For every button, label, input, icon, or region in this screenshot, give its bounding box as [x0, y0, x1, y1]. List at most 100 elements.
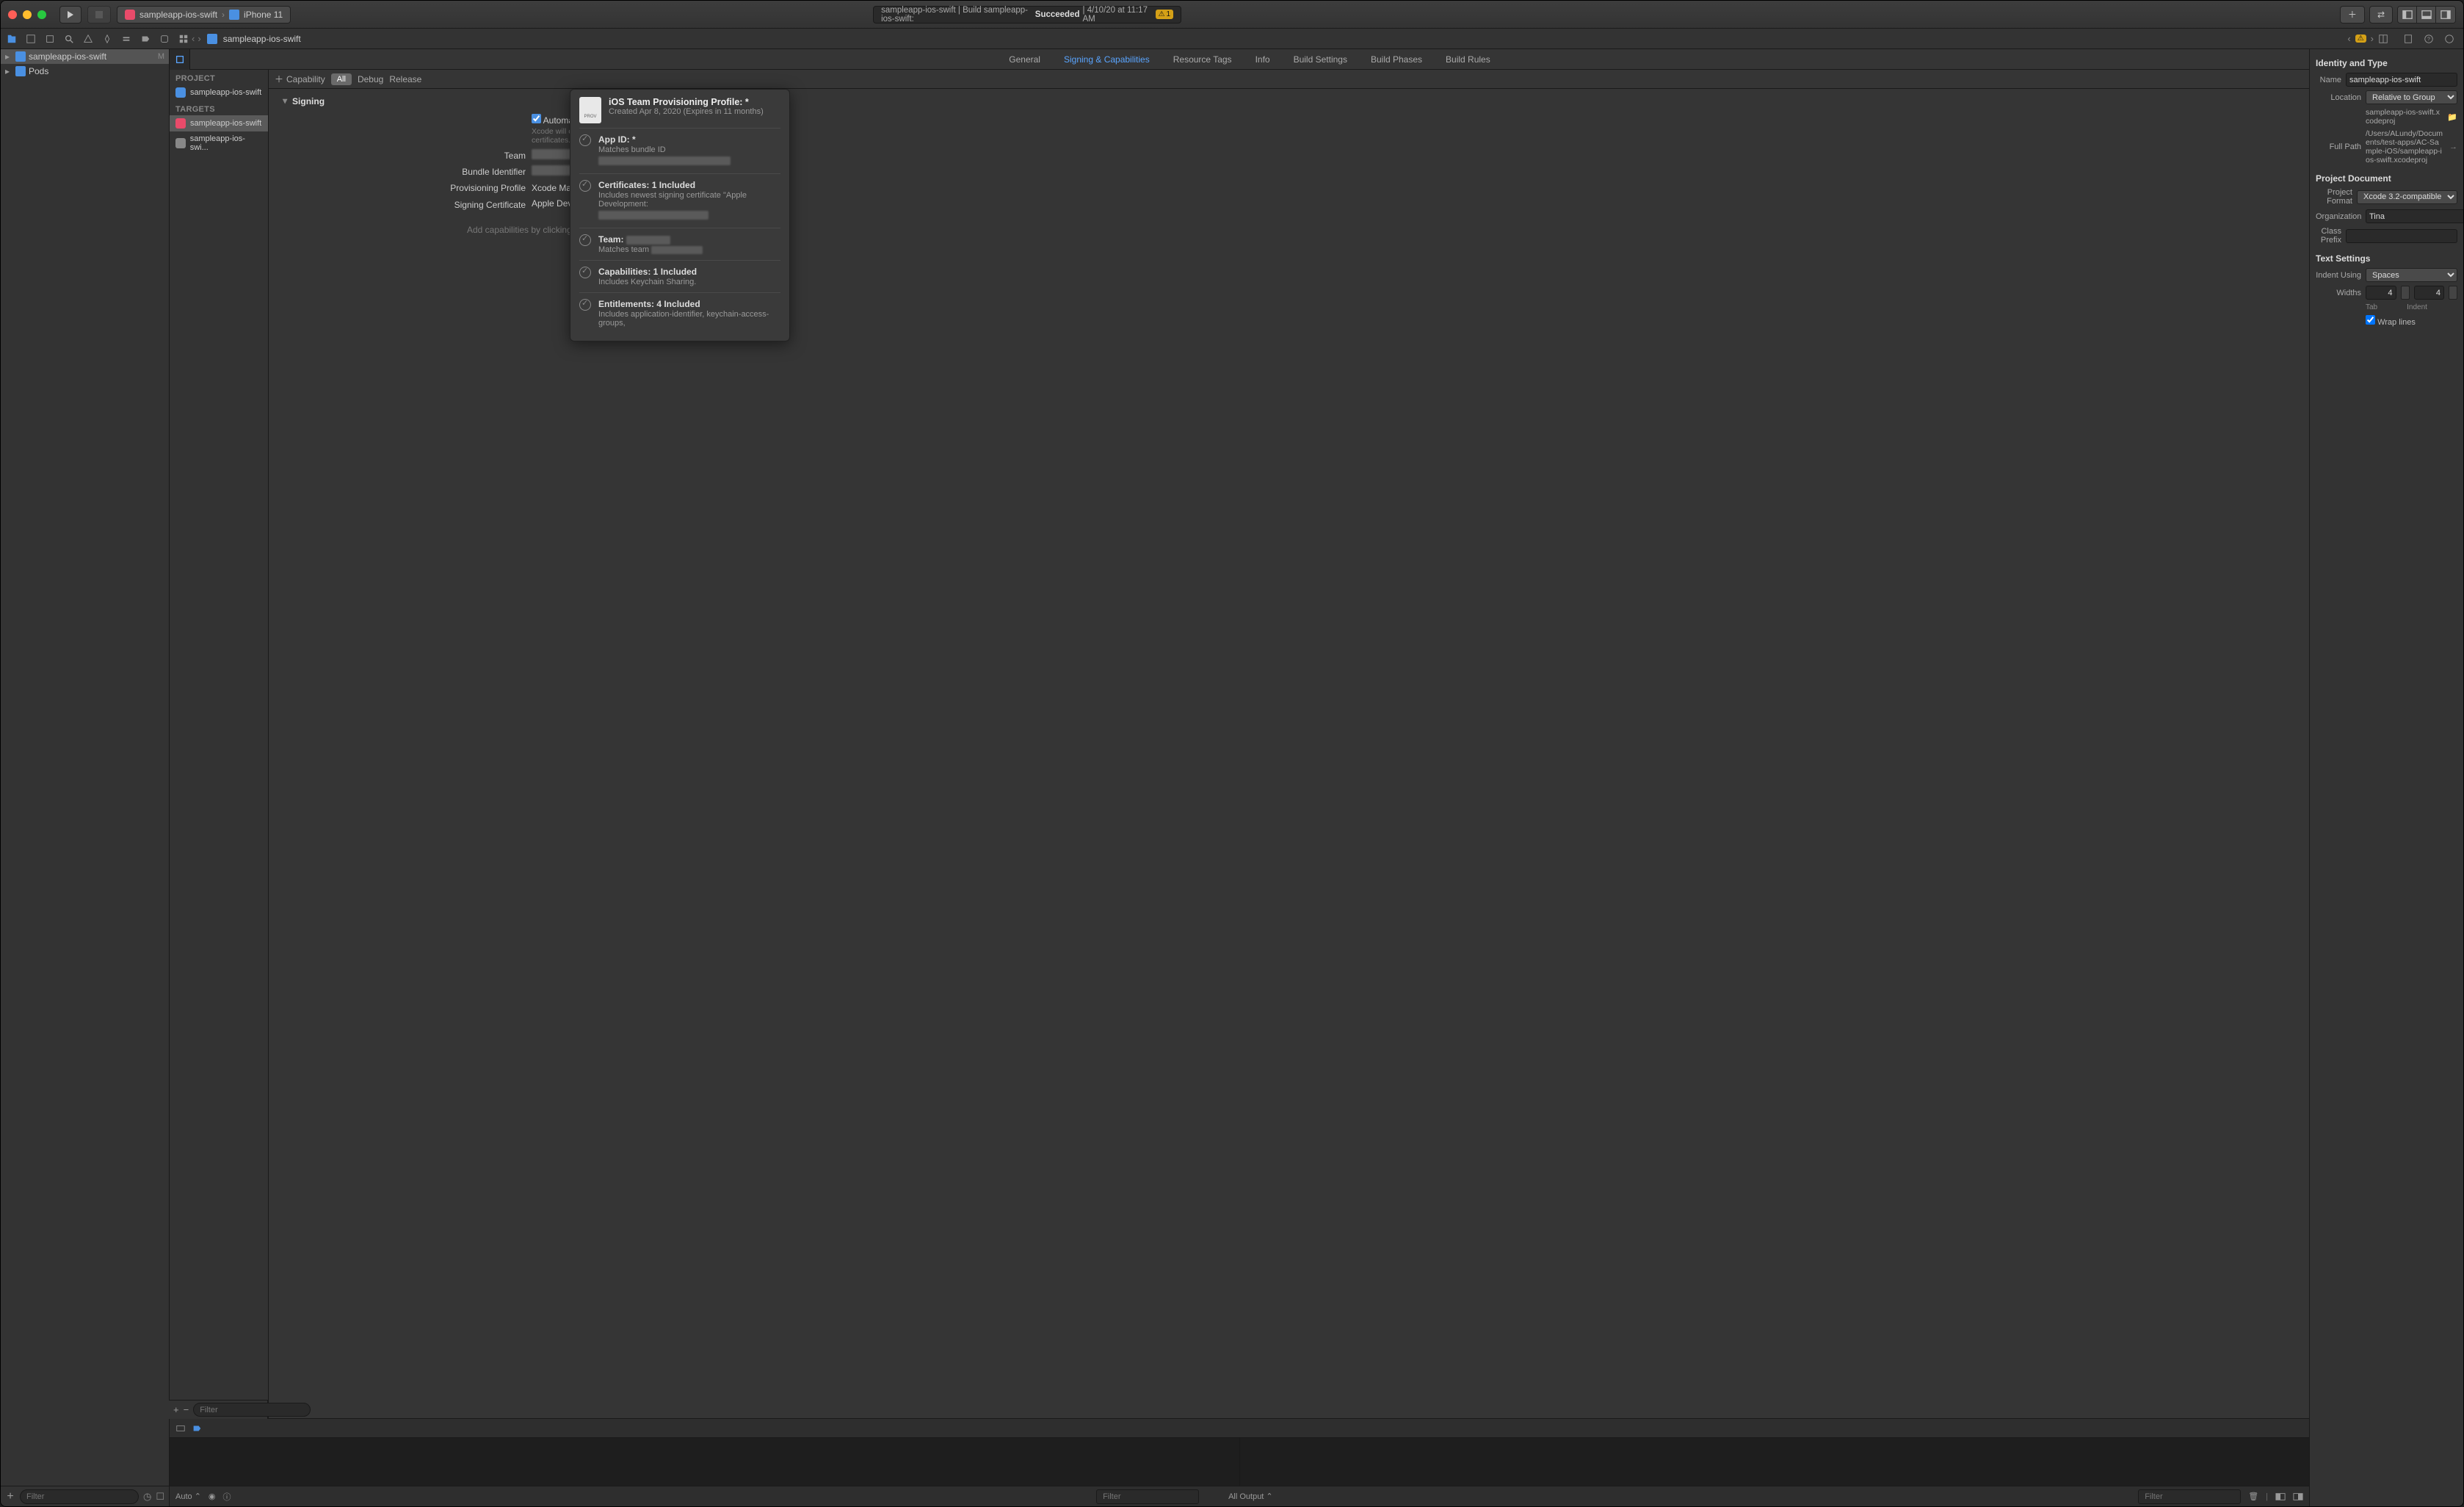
popover-title: iOS Team Provisioning Profile: * — [609, 97, 764, 107]
minimize-icon[interactable] — [23, 10, 32, 19]
info-icon[interactable]: ⓘ — [223, 1491, 231, 1503]
reveal-icon[interactable]: → — [2449, 142, 2457, 151]
show-variables-icon[interactable] — [2275, 1492, 2286, 1502]
debug-toggle-icon[interactable] — [175, 1423, 186, 1434]
target-label: sampleapp-ios-swi... — [190, 134, 262, 152]
editor-tabs-bar: General Signing & Capabilities Resource … — [170, 49, 2309, 70]
help-inspector-icon[interactable] — [2444, 34, 2454, 44]
folder-icon[interactable]: 📁 — [2447, 112, 2457, 122]
activity-prefix: sampleapp-ios-swift | Build sampleapp-io… — [881, 6, 1032, 24]
indent-stepper[interactable] — [2449, 286, 2457, 300]
stop-button[interactable] — [87, 6, 111, 24]
project-tree[interactable]: ▸ sampleapp-ios-swift M ▸ Pods — [1, 49, 169, 1486]
tab-build-phases[interactable]: Build Phases — [1359, 49, 1434, 70]
location-select[interactable]: Relative to Group — [2366, 90, 2457, 104]
related-items-icon[interactable] — [178, 34, 189, 44]
warning-icon[interactable]: ⚠ — [2355, 35, 2366, 43]
library-button[interactable]: ＋ — [2340, 6, 2365, 24]
trash-icon[interactable]: 🗑 — [2248, 1492, 2258, 1501]
target-item[interactable]: sampleapp-ios-swift — [170, 115, 268, 131]
add-button[interactable]: + — [5, 1490, 15, 1503]
close-icon[interactable] — [8, 10, 17, 19]
tab-info[interactable]: Info — [1244, 49, 1282, 70]
variables-pane[interactable] — [170, 1438, 1240, 1486]
scheme-selector[interactable]: sampleapp-ios-swift › iPhone 11 — [117, 6, 291, 24]
check-icon — [579, 234, 591, 246]
format-select[interactable]: Xcode 3.2-compatible — [2357, 190, 2457, 204]
add-target-button[interactable]: + — [173, 1404, 179, 1415]
prefix-input[interactable] — [2346, 229, 2457, 243]
target-selector-icon[interactable] — [170, 49, 190, 70]
file-inspector-icon[interactable] — [2403, 34, 2413, 44]
console-filter-input[interactable] — [2138, 1489, 2241, 1504]
tab-stepper[interactable] — [2401, 286, 2410, 300]
panel-toggles — [2397, 6, 2456, 24]
tab-general[interactable]: General — [997, 49, 1052, 70]
forward-button[interactable]: › — [198, 33, 200, 44]
tree-row-project[interactable]: ▸ sampleapp-ios-swift M — [1, 49, 169, 64]
back-button[interactable]: ‹ — [192, 33, 195, 44]
indent-using-select[interactable]: Spaces — [2366, 268, 2457, 282]
targets-filter-input[interactable] — [193, 1403, 311, 1417]
warning-badge[interactable]: ⚠ 1 — [1156, 10, 1174, 19]
check-icon — [579, 299, 591, 311]
variables-filter-input[interactable] — [1096, 1489, 1199, 1504]
disclosure-icon[interactable]: ▸ — [5, 51, 12, 62]
add-capability-button[interactable]: ＋ Capability — [275, 73, 325, 85]
wrap-lines-checkbox[interactable]: Wrap lines — [2366, 315, 2416, 327]
config-debug-button[interactable]: Debug — [358, 74, 383, 84]
project-icon — [15, 51, 26, 62]
tab-build-settings[interactable]: Build Settings — [1282, 49, 1359, 70]
toggle-inspector-button[interactable] — [2436, 7, 2455, 23]
report-navigator-icon[interactable] — [159, 34, 170, 44]
tree-row-pods[interactable]: ▸ Pods — [1, 64, 169, 79]
play-icon — [68, 11, 73, 18]
maximize-icon[interactable] — [37, 10, 46, 19]
history-inspector-icon[interactable]: ? — [2424, 34, 2434, 44]
disclosure-icon[interactable]: ▸ — [5, 66, 12, 76]
inspector-panel: Identity and Type Name LocationRelative … — [2309, 49, 2463, 1506]
capability-bar: ＋ Capability All Debug Release — [269, 70, 2309, 89]
toggle-debug-button[interactable] — [2417, 7, 2436, 23]
toggle-navigator-button[interactable] — [2398, 7, 2417, 23]
breakpoint-navigator-icon[interactable] — [140, 34, 151, 44]
scm-filter-icon[interactable]: ☐ — [156, 1491, 164, 1503]
next-issue-button[interactable]: › — [2371, 33, 2374, 44]
tab-build-rules[interactable]: Build Rules — [1434, 49, 1502, 70]
config-release-button[interactable]: Release — [389, 74, 421, 84]
code-review-button[interactable]: ⇄ — [2369, 6, 2393, 24]
activity-viewer[interactable]: sampleapp-ios-swift | Build sampleapp-io… — [873, 6, 1181, 24]
add-editor-button[interactable] — [2378, 34, 2388, 44]
symbol-navigator-icon[interactable] — [45, 34, 55, 44]
tab-resource-tags[interactable]: Resource Tags — [1162, 49, 1244, 70]
eye-icon[interactable]: ◉ — [209, 1492, 216, 1501]
org-input[interactable] — [2366, 209, 2463, 223]
issue-navigator-icon[interactable] — [83, 34, 93, 44]
console-pane[interactable] — [1240, 1438, 2310, 1486]
tab-width-input[interactable] — [2366, 286, 2396, 300]
clock-icon[interactable]: ◷ — [143, 1491, 151, 1503]
popover-row: Capabilities: 1 IncludedIncludes Keychai… — [579, 260, 780, 292]
test-navigator-icon[interactable] — [102, 34, 112, 44]
popover-subtitle: Created Apr 8, 2020 (Expires in 11 month… — [609, 107, 764, 116]
name-input[interactable] — [2346, 73, 2457, 87]
target-item[interactable]: sampleapp-ios-swi... — [170, 131, 268, 155]
project-navigator-icon[interactable] — [7, 34, 17, 44]
source-control-navigator-icon[interactable] — [26, 34, 36, 44]
navigator-filter-input[interactable] — [20, 1489, 139, 1504]
chevron-right-icon: › — [222, 10, 225, 20]
auto-scope-button[interactable]: Auto ⌃ — [175, 1492, 201, 1501]
show-console-icon[interactable] — [2293, 1492, 2303, 1502]
config-all-button[interactable]: All — [331, 73, 352, 85]
jump-bar[interactable]: sampleapp-ios-swift — [207, 34, 301, 44]
breakpoint-toggle-icon[interactable] — [192, 1423, 202, 1434]
debug-navigator-icon[interactable] — [121, 34, 131, 44]
project-item[interactable]: sampleapp-ios-swift — [170, 84, 268, 101]
find-navigator-icon[interactable] — [64, 34, 74, 44]
run-button[interactable] — [59, 6, 81, 24]
indent-width-input[interactable] — [2414, 286, 2445, 300]
prev-issue-button[interactable]: ‹ — [2347, 33, 2350, 44]
remove-target-button[interactable]: − — [184, 1404, 189, 1415]
tab-signing[interactable]: Signing & Capabilities — [1052, 49, 1162, 70]
output-scope-button[interactable]: All Output ⌃ — [1228, 1492, 1273, 1501]
